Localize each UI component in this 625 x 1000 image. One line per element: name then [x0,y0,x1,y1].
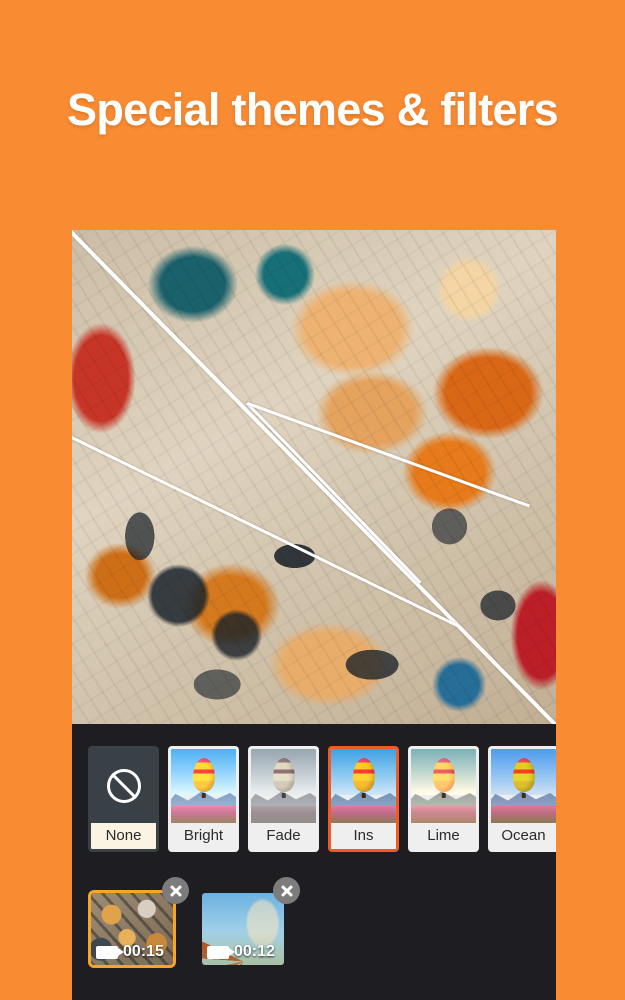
clip-meta: 00:12 [202,943,284,961]
close-icon[interactable] [273,877,300,904]
balloon-scene-icon [411,749,476,823]
filter-item-ocean[interactable]: Ocean [488,746,556,852]
filter-label: Ins [331,823,396,849]
filter-label: Ocean [491,823,556,849]
filter-label: Fade [251,823,316,849]
filter-item-none[interactable]: None [88,746,159,852]
clip-timeline[interactable]: 00:15 00:12 [72,874,556,1000]
app-window: None Bright Fade Ins Lime Ocean 00:15 00… [72,230,556,1000]
filter-label: Lime [411,823,476,849]
balloon-scene-icon [251,749,316,823]
filter-item-ins[interactable]: Ins [328,746,399,852]
timeline-clip[interactable]: 00:15 [88,890,176,968]
video-camera-icon [96,945,124,959]
filter-strip[interactable]: None Bright Fade Ins Lime Ocean [72,724,556,874]
filter-thumbnail [411,749,476,823]
filter-item-lime[interactable]: Lime [408,746,479,852]
balloon-scene-icon [491,749,556,823]
timeline-clip[interactable]: 00:12 [199,890,287,968]
filter-label: Bright [171,823,236,849]
clip-duration: 00:12 [234,943,275,960]
balloon-scene-icon [171,749,236,823]
balloon-scene-icon [331,749,396,823]
filter-thumbnail [251,749,316,823]
filter-thumbnail [91,749,156,823]
filter-label: None [91,823,156,849]
video-preview[interactable] [72,230,556,724]
video-camera-icon [207,945,235,959]
clip-meta: 00:15 [91,943,173,961]
filter-item-bright[interactable]: Bright [168,746,239,852]
filter-item-fade[interactable]: Fade [248,746,319,852]
page-title: Special themes & filters [67,84,559,135]
clip-duration: 00:15 [123,943,164,960]
close-icon[interactable] [162,877,189,904]
filter-thumbnail [331,749,396,823]
filter-thumbnail [491,749,556,823]
filter-thumbnail [171,749,236,823]
no-filter-icon [106,769,141,803]
